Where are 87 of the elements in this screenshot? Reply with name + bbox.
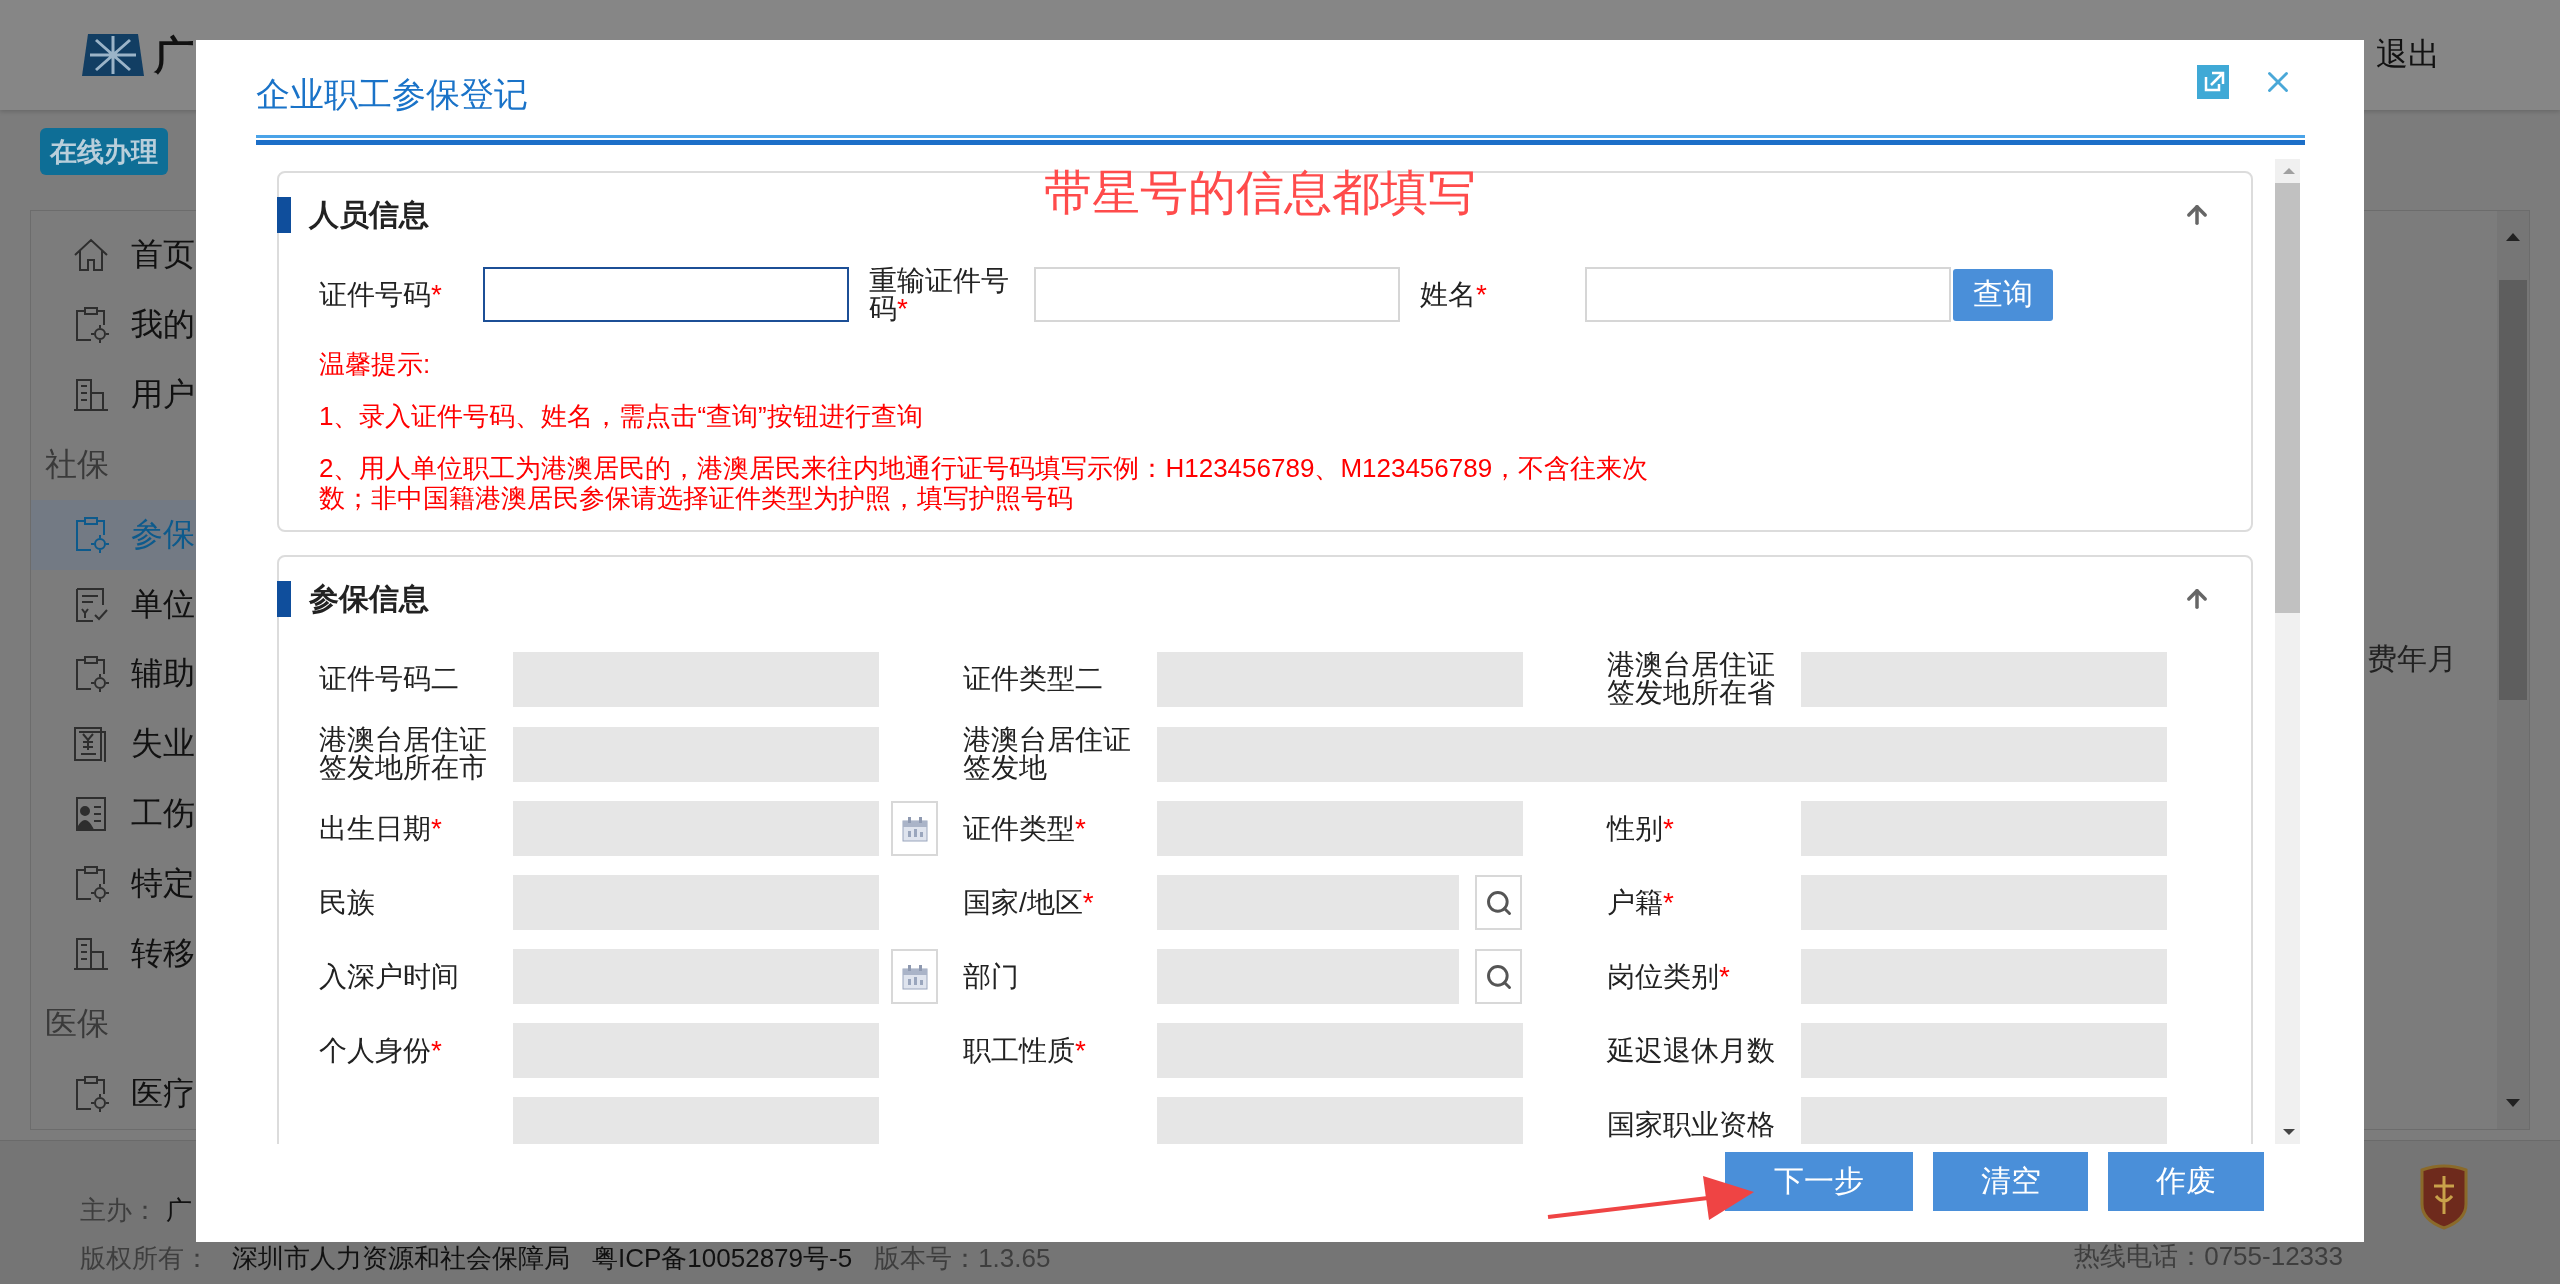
input-field[interactable] [513, 651, 879, 707]
input-field[interactable] [513, 726, 879, 782]
input-field[interactable] [1157, 726, 2167, 782]
field-label: 入深户时间 [319, 962, 460, 991]
sidebar-item[interactable]: 用户 [31, 359, 197, 430]
input-field[interactable] [1801, 1023, 2167, 1078]
field-label: 证件号码* [319, 280, 443, 309]
sidebar-item[interactable]: 我的 [31, 289, 197, 360]
field-label: 户籍* [1607, 888, 1675, 917]
annotation-text: 带星号的信息都填写 [1044, 165, 1476, 221]
external-link-icon[interactable] [2197, 64, 2229, 99]
sidebar-item[interactable]: 失业 [31, 709, 197, 780]
section-title: 人员信息 [309, 196, 429, 233]
action-button[interactable]: 作废 [2108, 1152, 2264, 1211]
input-field[interactable] [1801, 801, 2167, 856]
field-label: 民族 [319, 888, 376, 917]
field-label: 性别* [1607, 814, 1675, 843]
tip-text: 2、用人单位职工为港澳居民的，港澳居民来往内地通行证号码填写示例：H123456789、M123456789，不含往来次数；非中国籍港澳居民参保请选择证件类型为护照，填写护照号码 [319, 453, 1650, 513]
search-icon [1484, 962, 1513, 991]
section-marker [277, 581, 291, 617]
sidebar-item[interactable]: 特定 [31, 849, 197, 920]
site-title: 广 [154, 31, 194, 79]
copyright-text: 深圳市人力资源和社会保障局 [232, 1241, 570, 1275]
search-button[interactable] [1475, 875, 1522, 930]
section-title: 参保信息 [309, 580, 429, 617]
logout-link[interactable]: 退出 [2376, 33, 2440, 77]
field-label: 证件类型二 [963, 665, 1104, 693]
field-label: 港澳台居住证签发地 [963, 726, 1132, 782]
section-marker [277, 197, 291, 233]
input-field[interactable] [513, 1023, 879, 1078]
input-field[interactable] [1157, 875, 1459, 930]
field-label: 部门 [963, 962, 1020, 991]
search-button[interactable] [1475, 949, 1522, 1004]
field-label: 姓名* [1420, 280, 1488, 309]
logo-icon [80, 32, 146, 78]
sidebar-item[interactable]: 首页 [31, 220, 197, 290]
input-field[interactable] [1157, 949, 1459, 1004]
calendar-button[interactable] [891, 949, 938, 1004]
action-button[interactable]: 下一步 [1725, 1152, 1913, 1211]
sidebar-group: 医保 [31, 989, 197, 1060]
input-field[interactable] [1801, 949, 2167, 1004]
sidebar-item[interactable]: 辅助 [31, 639, 197, 710]
input-field[interactable] [1801, 651, 2167, 707]
field-label: 职工性质* [963, 1036, 1087, 1065]
field-label: 国家/地区* [963, 888, 1095, 917]
input-field[interactable] [513, 1097, 879, 1144]
scrollbar[interactable] [2275, 159, 2300, 1144]
column-header: 费年月 [2367, 641, 2457, 677]
field-label: 出生日期* [319, 814, 443, 843]
action-button[interactable]: 清空 [1933, 1152, 2088, 1211]
input-field[interactable] [1157, 1023, 1523, 1078]
field-label: 证件类型* [963, 814, 1087, 843]
field-label: 重输证件号码* [869, 266, 1010, 323]
input-field[interactable] [1157, 651, 1523, 707]
field-label: 岗位类别* [1607, 962, 1731, 991]
field-label: 港澳台居住证签发地所在市 [319, 726, 488, 782]
sponsor-text: 广 [166, 1193, 192, 1227]
icp-link[interactable]: 粤ICP备10052879号-5 [592, 1240, 853, 1276]
field-label: 个人身份* [319, 1036, 443, 1065]
calendar-icon [900, 814, 929, 843]
field-label: 港澳台居住证签发地所在省 [1607, 651, 1776, 707]
tip-text: 1、录入证件号码、姓名，需点击“查询”按钮进行查询 [319, 401, 924, 431]
date-field[interactable] [513, 801, 879, 856]
input-field[interactable] [1157, 1097, 1523, 1144]
input-field[interactable] [513, 875, 879, 930]
tips-title: 温馨提示: [319, 349, 432, 379]
field-label: 国家职业资格 [1607, 1110, 1776, 1139]
sidebar-item[interactable]: 医疗 [31, 1059, 197, 1129]
field-label: 延迟退休月数 [1607, 1036, 1776, 1065]
input-field[interactable] [1157, 801, 1523, 856]
input-field[interactable] [1801, 1097, 2167, 1144]
scrollbar[interactable] [2497, 211, 2529, 1129]
calendar-button[interactable] [891, 801, 938, 856]
search-icon [1484, 888, 1513, 917]
query-button[interactable]: 查询 [1953, 268, 2053, 321]
sidebar-item[interactable]: 单位 [31, 569, 197, 640]
sidebar-group: 社保 [31, 429, 197, 500]
input-field[interactable] [1801, 875, 2167, 930]
input-field[interactable] [483, 267, 849, 322]
sidebar-item[interactable]: 转移 [31, 919, 197, 990]
date-field[interactable] [513, 949, 879, 1004]
shield-icon [2418, 1164, 2470, 1230]
dialog-title: 企业职工参保登记 [256, 73, 528, 115]
sidebar-item[interactable]: 工伤 [31, 779, 197, 850]
calendar-icon [900, 962, 929, 991]
online-badge: 在线办理 [40, 128, 168, 175]
field-label: 证件号码二 [319, 665, 460, 693]
